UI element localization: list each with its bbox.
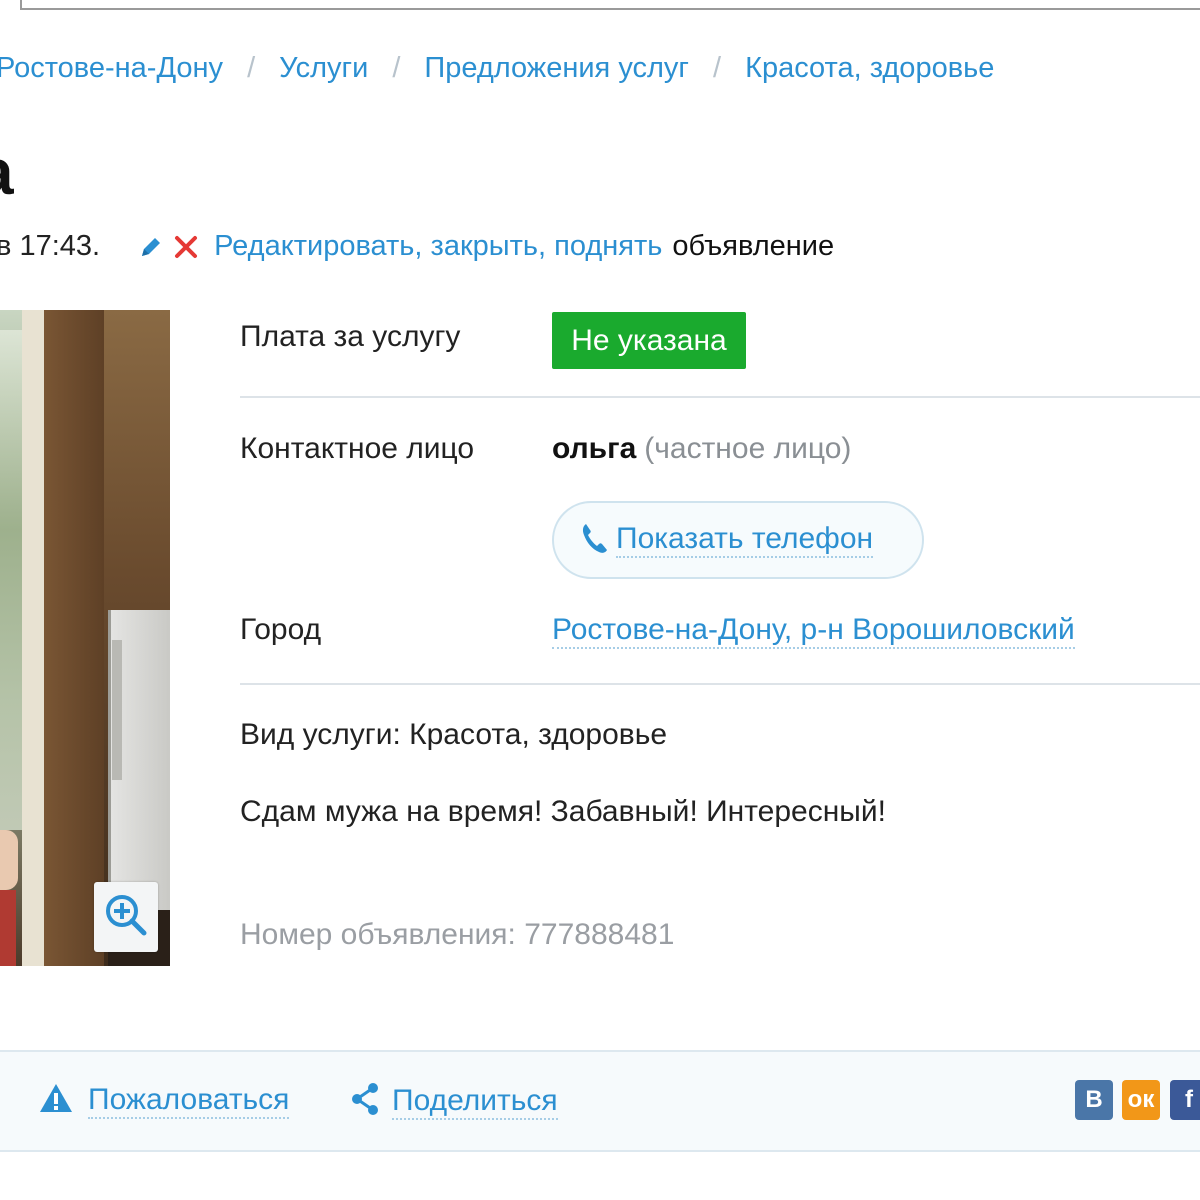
zoom-in-icon <box>102 891 150 944</box>
pencil-icon[interactable] <box>138 234 164 260</box>
breadcrumb-separator: / <box>392 52 401 84</box>
breadcrumb-separator: / <box>713 52 722 84</box>
ad-description: Сдам мужа на время! Забавный! Интересный… <box>240 795 886 828</box>
contact-label: Контактное лицо <box>240 432 475 465</box>
breadcrumb-separator: / <box>247 52 256 84</box>
service-type: Вид услуги: Красота, здоровье <box>240 718 668 751</box>
share-label: Поделиться <box>392 1084 558 1120</box>
city-link[interactable]: Ростове-на-Дону, р-н Ворошиловский <box>552 613 1075 649</box>
report-button[interactable]: Пожаловаться <box>38 1082 290 1119</box>
posted-time: в 17:43. <box>0 230 101 262</box>
show-phone-label: Показать телефон <box>616 522 874 558</box>
ad-number: Номер объявления: 777888481 <box>240 918 675 951</box>
edit-close-raise-link[interactable]: Редактировать, закрыть, поднять <box>214 230 662 263</box>
share-icon <box>350 1082 380 1121</box>
breadcrumb-service-offers[interactable]: Предложения услуг <box>424 52 689 85</box>
breadcrumb-services[interactable]: Услуги <box>279 52 368 85</box>
ad-word-label: объявление <box>672 230 835 262</box>
report-label: Пожаловаться <box>88 1083 290 1119</box>
close-icon[interactable] <box>172 233 200 261</box>
ad-meta-row: в 17:43. Редактировать, закрыть, поднять… <box>0 230 834 263</box>
vk-share-icon[interactable]: В <box>1075 1080 1113 1120</box>
divider <box>240 683 1200 685</box>
ad-photo[interactable] <box>0 310 170 966</box>
contact-name: ольга <box>552 432 637 465</box>
warning-icon <box>38 1082 74 1119</box>
divider <box>240 396 1200 398</box>
page-title: а <box>0 140 14 204</box>
contact-role: (частное лицо) <box>644 432 852 465</box>
contact-person: ольга (частное лицо) <box>552 432 851 466</box>
share-button[interactable]: Поделиться <box>350 1082 558 1121</box>
phone-icon <box>580 521 610 560</box>
show-phone-button[interactable]: Показать телефон <box>552 501 924 579</box>
city-label: Город <box>240 613 322 646</box>
breadcrumb-city[interactable]: Ростове-на-Дону <box>0 52 223 85</box>
top-frame <box>20 0 1200 10</box>
odnoklassniki-share-icon[interactable]: ок <box>1122 1080 1160 1120</box>
price-badge: Не указана <box>552 312 746 369</box>
facebook-share-icon[interactable]: f <box>1170 1080 1200 1120</box>
zoom-in-button[interactable] <box>94 882 158 952</box>
price-label: Плата за услугу <box>240 320 461 353</box>
breadcrumb: Ростове-на-Дону / Услуги / Предложения у… <box>0 52 994 85</box>
breadcrumb-beauty-health[interactable]: Красота, здоровье <box>745 52 994 85</box>
